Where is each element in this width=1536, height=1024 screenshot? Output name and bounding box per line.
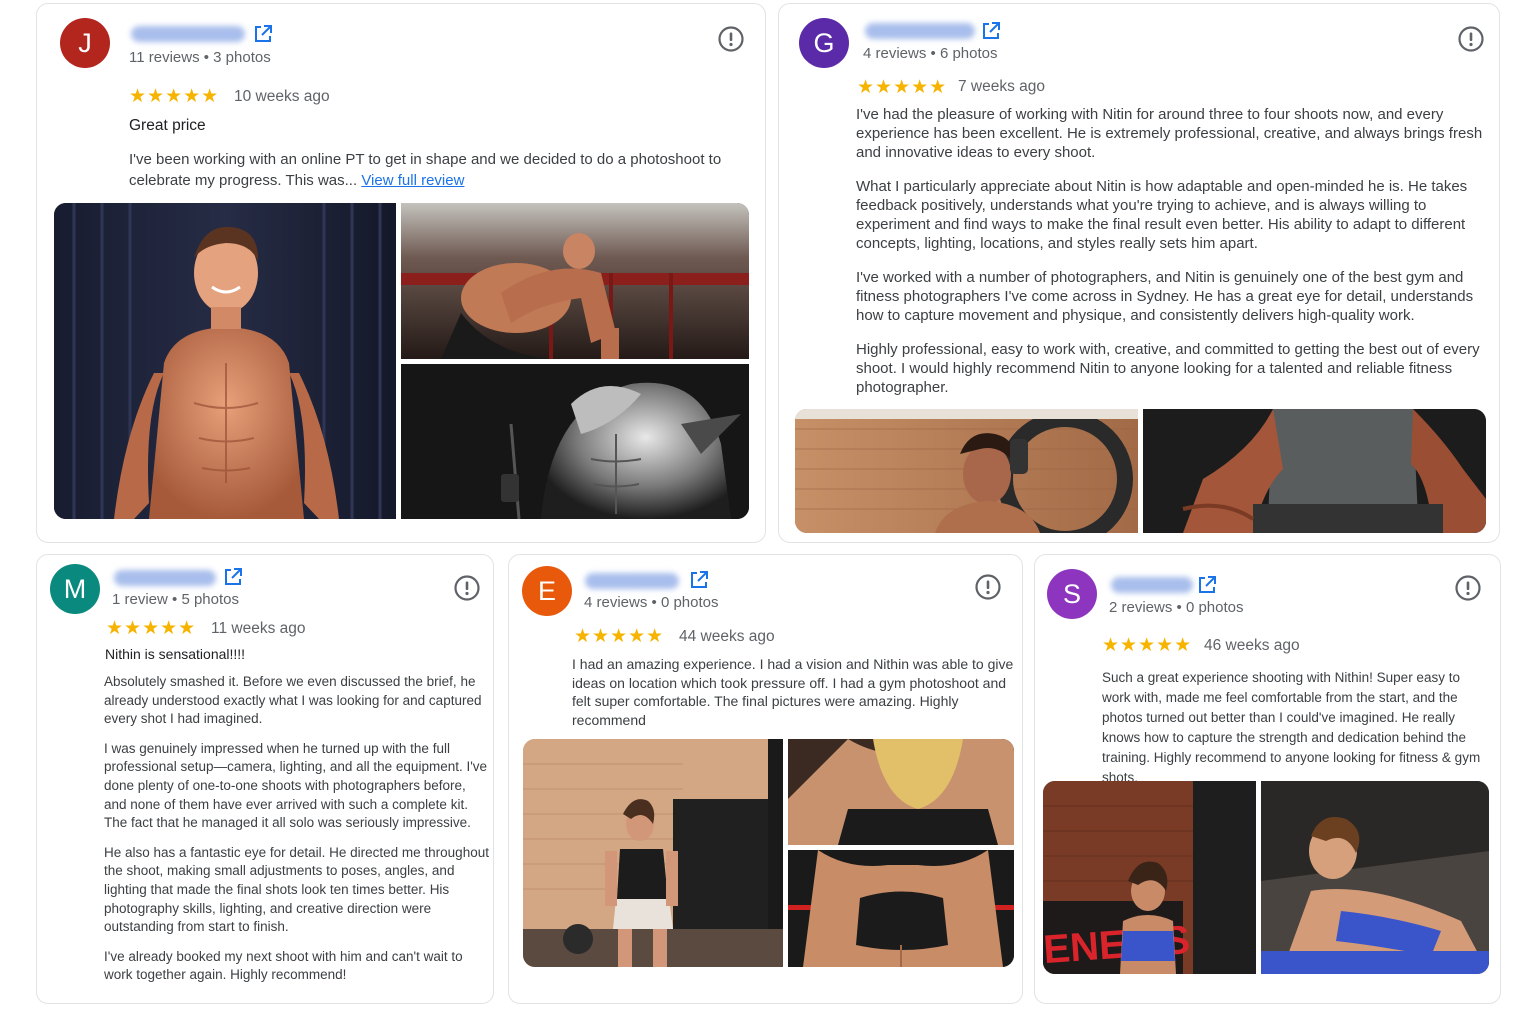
review-photo[interactable] bbox=[788, 739, 1014, 845]
open-external-icon[interactable] bbox=[689, 570, 709, 590]
review-text: Such a great experience shooting with Ni… bbox=[1102, 670, 1481, 785]
reviewer-meta: 4 reviews • 6 photos bbox=[863, 45, 998, 62]
open-external-icon[interactable] bbox=[223, 567, 243, 587]
avatar[interactable]: S bbox=[1047, 569, 1097, 619]
review-photo[interactable] bbox=[523, 739, 783, 967]
review-card: S 2 reviews • 0 photos ★★★★★ 46 weeks ag… bbox=[1034, 554, 1501, 1004]
open-external-icon[interactable] bbox=[1197, 575, 1217, 595]
reviewer-meta: 11 reviews • 3 photos bbox=[129, 49, 271, 66]
review-date: 11 weeks ago bbox=[211, 620, 306, 637]
review-paragraph: I've already booked my next shoot with h… bbox=[104, 948, 463, 983]
report-icon[interactable] bbox=[1457, 25, 1485, 53]
review-photo[interactable]: ENESIS bbox=[1043, 781, 1256, 974]
report-icon[interactable] bbox=[717, 25, 745, 53]
review-card: G 4 reviews • 6 photos ★★★★★ 7 weeks ago… bbox=[778, 3, 1500, 543]
review-text: I've been working with an online PT to g… bbox=[129, 151, 722, 189]
reviewer-meta: 4 reviews • 0 photos bbox=[584, 594, 719, 611]
open-external-icon[interactable] bbox=[981, 21, 1001, 41]
star-rating: ★★★★★ bbox=[1102, 635, 1193, 656]
avatar[interactable]: M bbox=[50, 564, 100, 614]
review-photo[interactable] bbox=[1143, 409, 1486, 533]
review-paragraph: Highly professional, easy to work with, … bbox=[856, 341, 1480, 396]
avatar[interactable]: J bbox=[60, 18, 110, 68]
review-paragraph: I've worked with a number of photographe… bbox=[856, 269, 1474, 324]
review-photo[interactable] bbox=[401, 364, 749, 519]
star-rating: ★★★★★ bbox=[574, 626, 665, 647]
reviewer-name[interactable] bbox=[865, 23, 975, 39]
review-title: Nithin is sensational!!!! bbox=[105, 646, 246, 662]
reviewer-name[interactable] bbox=[131, 26, 245, 42]
review-paragraph: He also has a fantastic eye for detail. … bbox=[104, 844, 489, 935]
review-paragraph: Absolutely smashed it. Before we even di… bbox=[104, 674, 482, 727]
report-icon[interactable] bbox=[453, 574, 481, 602]
review-date: 46 weeks ago bbox=[1204, 637, 1300, 654]
avatar[interactable]: E bbox=[522, 566, 572, 616]
review-photo[interactable] bbox=[788, 850, 1014, 967]
open-external-icon[interactable] bbox=[253, 24, 273, 44]
review-paragraph: I've had the pleasure of working with Ni… bbox=[856, 106, 1483, 161]
review-text: I had an amazing experience. I had a vis… bbox=[572, 656, 1014, 728]
review-date: 10 weeks ago bbox=[234, 88, 330, 105]
report-icon[interactable] bbox=[974, 573, 1002, 601]
review-card: M 1 review • 5 photos ★★★★★ 11 weeks ago… bbox=[36, 554, 494, 1004]
reviewer-name[interactable] bbox=[585, 573, 679, 589]
review-photo[interactable] bbox=[401, 203, 749, 359]
review-photo[interactable] bbox=[795, 409, 1138, 533]
star-rating: ★★★★★ bbox=[129, 86, 220, 107]
review-card: J 11 reviews • 3 photos ★★★★★ 10 weeks a… bbox=[36, 3, 766, 543]
review-paragraph: What I particularly appreciate about Nit… bbox=[856, 178, 1468, 252]
reviewer-name[interactable] bbox=[114, 570, 216, 586]
review-text: Absolutely smashed it. Before we even di… bbox=[104, 673, 492, 985]
reviewer-meta: 1 review • 5 photos bbox=[112, 591, 239, 608]
view-full-review-link[interactable]: View full review bbox=[361, 172, 464, 189]
review-paragraph: I was genuinely impressed when he turned… bbox=[104, 740, 488, 831]
review-date: 7 weeks ago bbox=[958, 78, 1046, 95]
review-date: 44 weeks ago bbox=[679, 628, 775, 645]
avatar[interactable]: G bbox=[799, 18, 849, 68]
review-card: E 4 reviews • 0 photos ★★★★★ 44 weeks ag… bbox=[508, 554, 1023, 1004]
star-rating: ★★★★★ bbox=[857, 77, 948, 98]
review-title: Great price bbox=[129, 117, 206, 134]
reviewer-name[interactable] bbox=[1111, 577, 1193, 593]
review-text: I've had the pleasure of working with Ni… bbox=[856, 105, 1488, 397]
reviewer-meta: 2 reviews • 0 photos bbox=[1109, 599, 1244, 616]
star-rating: ★★★★★ bbox=[106, 618, 197, 639]
review-photo[interactable] bbox=[54, 203, 396, 519]
review-photo[interactable] bbox=[1261, 781, 1489, 974]
report-icon[interactable] bbox=[1454, 574, 1482, 602]
